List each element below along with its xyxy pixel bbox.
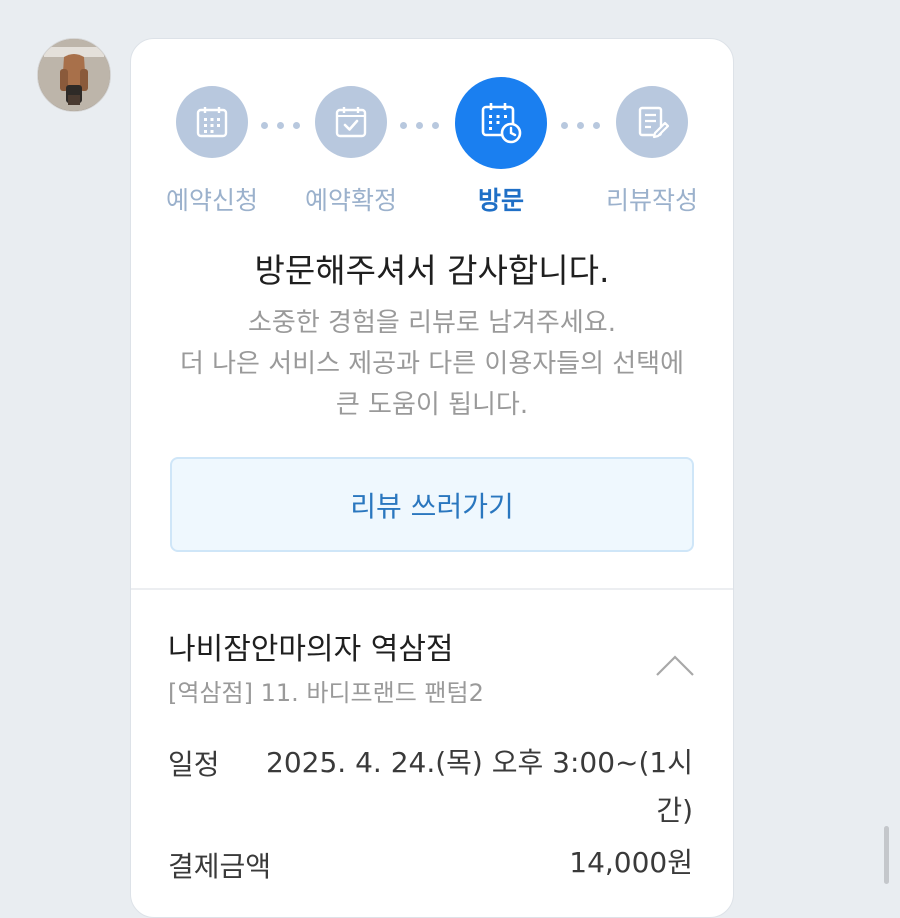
step-circle xyxy=(616,86,688,158)
desc-line: 소중한 경험을 리뷰로 남겨주세요. xyxy=(248,308,616,338)
review-request-text: 소중한 경험을 리뷰로 남겨주세요. 더 나은 서비스 제공과 다른 이용자들의… xyxy=(151,303,713,426)
step-confirm: 예약확정 xyxy=(281,83,421,215)
desc-line: 큰 도움이 됩니다. xyxy=(335,390,529,420)
calendar-icon xyxy=(196,107,228,138)
payment-amount: 14,000원 xyxy=(569,846,693,879)
edit-document-icon xyxy=(638,106,669,139)
schedule-line: 간) xyxy=(656,794,693,827)
section-divider xyxy=(131,588,733,590)
massage-chair-photo xyxy=(38,39,110,111)
schedule-line: 2025. 4. 24.(목) 오후 3:00~(1시 xyxy=(266,746,693,779)
step-circle xyxy=(176,86,248,158)
step-review: 리뷰작성 xyxy=(582,83,722,215)
scrollbar[interactable] xyxy=(884,826,889,884)
step-visit: 방문 xyxy=(431,77,571,215)
booked-item: [역삼점] 11. 바디프랜드 팬텀2 xyxy=(168,679,484,707)
schedule-label: 일정 xyxy=(168,748,220,781)
step-label: 예약확정 xyxy=(304,186,397,215)
desc-line: 더 나은 서비스 제공과 다른 이용자들의 선택에 xyxy=(179,349,685,379)
chevron-up-icon[interactable] xyxy=(651,651,699,681)
step-request: 예약신청 xyxy=(142,83,282,215)
reservation-card: 예약신청 예약확정 방문 리뷰작성 방문해주셔서 감사합니다. 소중한 경험을 … xyxy=(130,38,734,918)
thank-you-title: 방문해주셔서 감사합니다. xyxy=(254,251,610,290)
step-label: 리뷰작성 xyxy=(605,186,698,215)
profile-avatar[interactable] xyxy=(37,38,111,112)
payment-label: 결제금액 xyxy=(168,850,272,883)
calendar-clock-icon xyxy=(481,103,522,144)
step-label: 예약신청 xyxy=(165,186,258,215)
calendar-check-icon xyxy=(335,107,367,138)
store-name: 나비잠안마의자 역삼점 xyxy=(168,632,454,667)
schedule-value: 2025. 4. 24.(목) 오후 3:00~(1시 간) xyxy=(266,739,693,835)
step-label-active: 방문 xyxy=(477,186,524,215)
step-circle-active xyxy=(455,77,547,169)
write-review-button[interactable]: 리뷰 쓰러가기 xyxy=(170,457,694,552)
step-circle xyxy=(315,86,387,158)
